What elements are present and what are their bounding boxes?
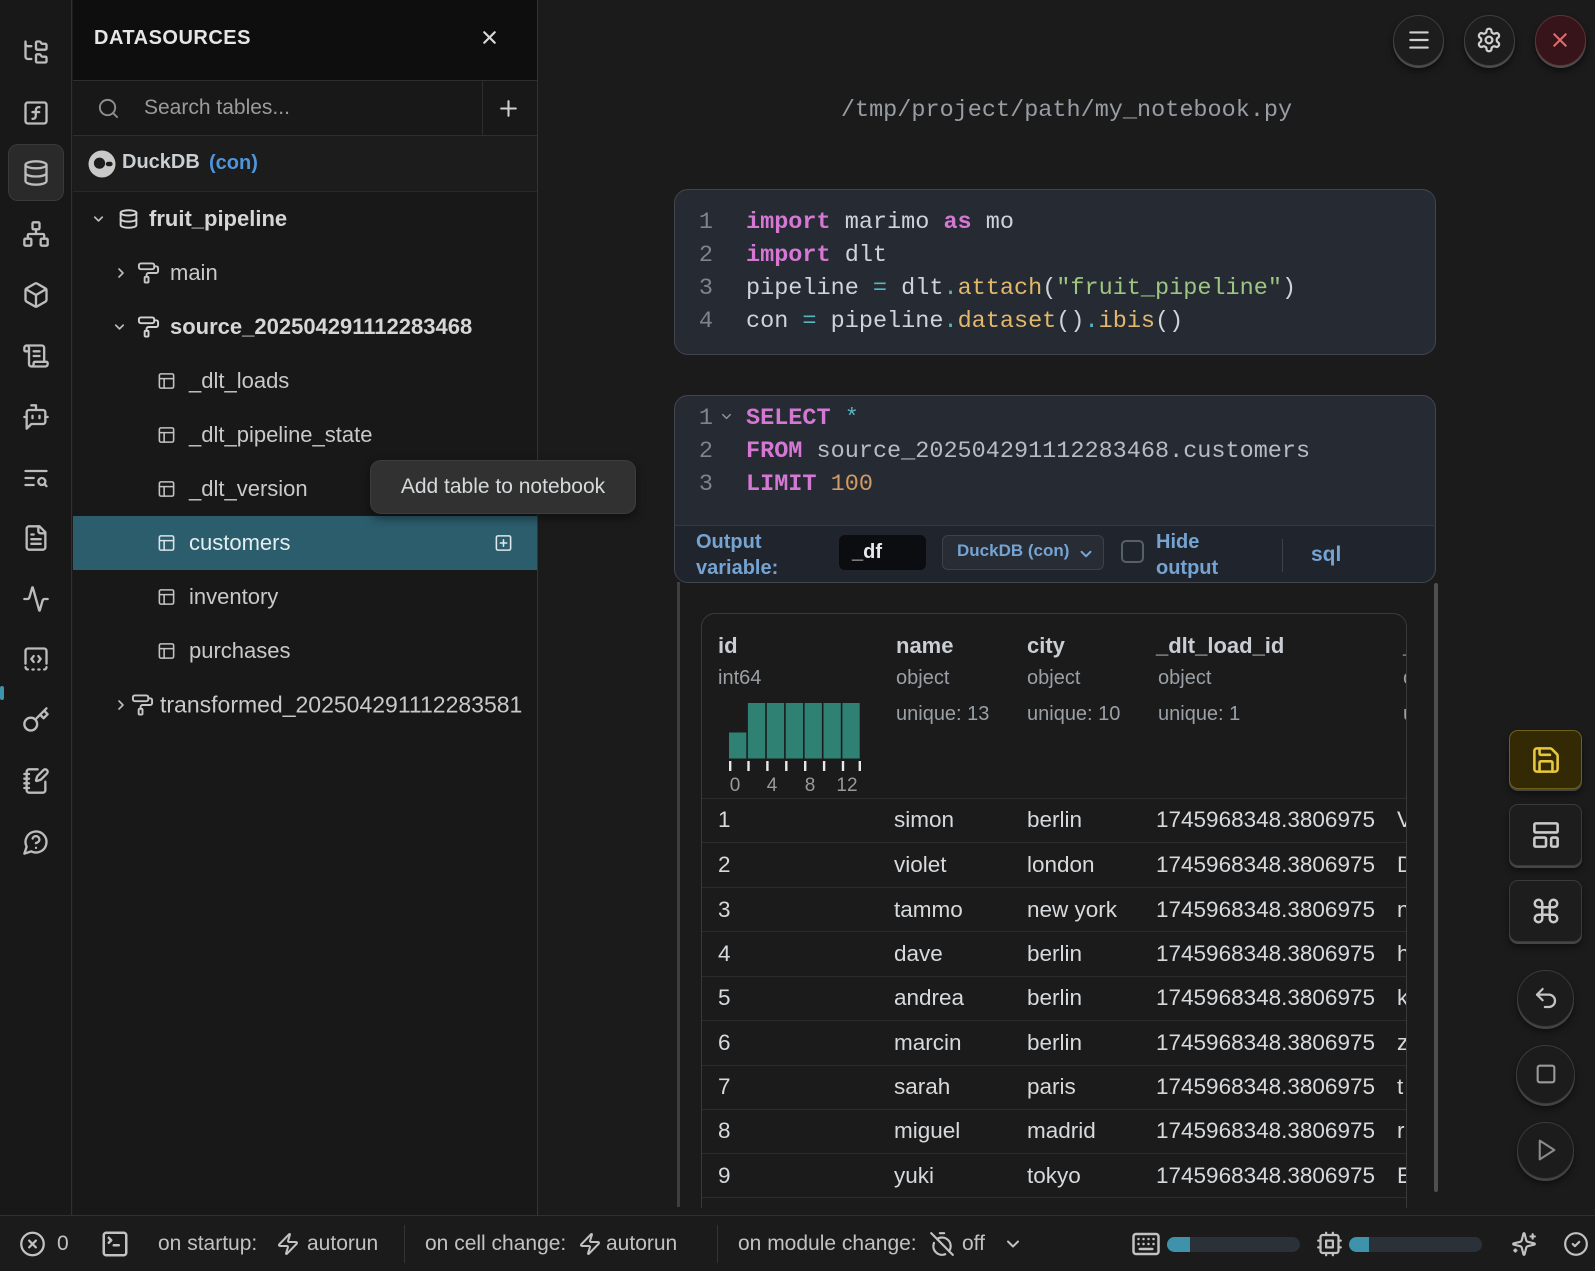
svg-text:12: 12 xyxy=(836,775,857,796)
svg-text:0: 0 xyxy=(730,775,741,796)
svg-text:4: 4 xyxy=(767,775,778,796)
svg-text:8: 8 xyxy=(805,775,816,796)
